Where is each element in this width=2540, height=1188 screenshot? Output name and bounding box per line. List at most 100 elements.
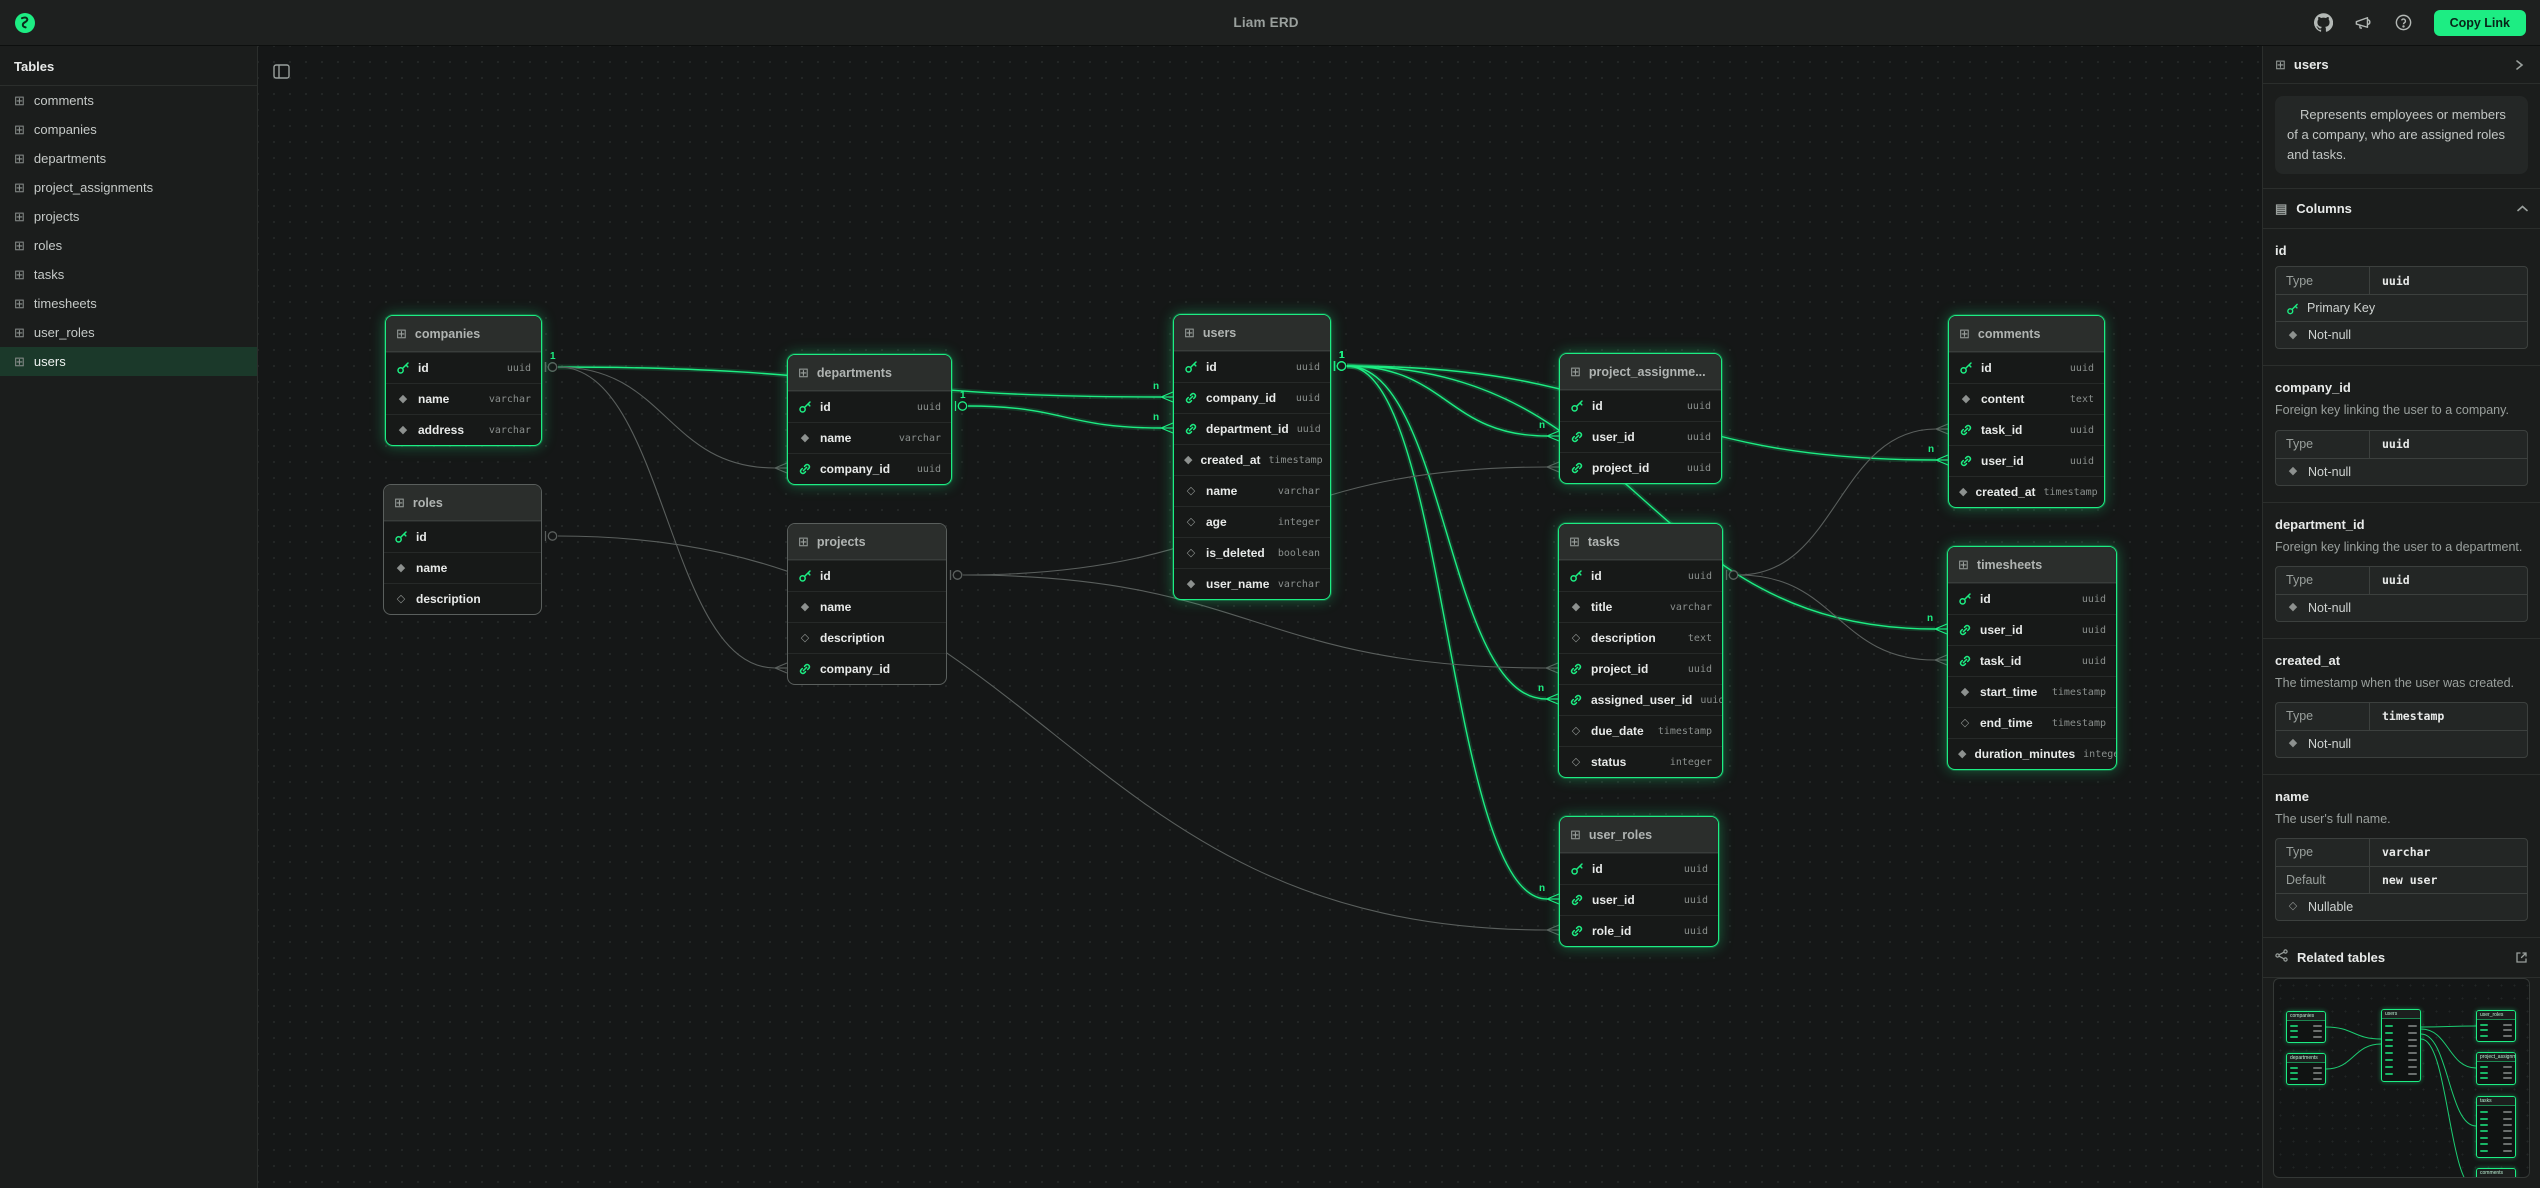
megaphone-icon[interactable] (2354, 13, 2374, 33)
sidebar-item-user_roles[interactable]: ⊞user_roles (0, 318, 257, 347)
mini-cell-dash (2290, 1067, 2298, 1069)
column-type: text (1688, 633, 1712, 644)
column-row: user_iduuid (1560, 421, 1721, 452)
mini-table-row (2290, 1036, 2322, 1038)
column-row: id (788, 560, 946, 591)
mini-table-row (2480, 1137, 2512, 1139)
column-row: iduuid (1559, 560, 1722, 591)
column-row: ◆namevarchar (386, 383, 541, 414)
mini-cell-dash (2408, 1073, 2417, 1075)
mini-table-rows (2287, 1021, 2325, 1042)
column-name: user_id (1981, 454, 2024, 468)
table-icon: ⊞ (14, 297, 25, 310)
column-row: project_iduuid (1559, 653, 1722, 684)
liam-logo-icon[interactable] (14, 12, 36, 34)
nullable-icon: ◇ (1569, 633, 1583, 644)
mini-cell-dash (2503, 1072, 2512, 1074)
sidebar-item-project_assignments[interactable]: ⊞project_assignments (0, 173, 257, 202)
sidebar-item-comments[interactable]: ⊞comments (0, 86, 257, 115)
column-row: ◆created_attimestamp (1949, 476, 2104, 507)
erd-canvas[interactable]: 1n1n1n1n1n1n1n ⊞companiesiduuid◆namevarc… (258, 46, 2262, 1188)
erd-table-user_roles[interactable]: ⊞user_rolesiduuiduser_iduuidrole_iduuid (1559, 816, 1719, 947)
erd-table-project_assignments[interactable]: ⊞project_assignme...iduuiduser_iduuidpro… (1559, 353, 1722, 484)
column-type: uuid (1700, 695, 1723, 706)
sidebar-item-timesheets[interactable]: ⊞timesheets (0, 289, 257, 318)
sidebar-item-projects[interactable]: ⊞projects (0, 202, 257, 231)
column-type: uuid (1688, 664, 1712, 675)
not-null-icon: ◆ (2286, 466, 2300, 477)
erd-table-roles[interactable]: ⊞rolesid◆name◇description (383, 484, 542, 615)
mini-table-departments[interactable]: departments (2286, 1053, 2326, 1085)
column-detail-name: name (2275, 789, 2528, 804)
mini-cell-dash (2408, 1025, 2417, 1027)
foreign-key-icon (1570, 430, 1584, 444)
sidebar-item-companies[interactable]: ⊞companies (0, 115, 257, 144)
not-null-icon: ◆ (1959, 487, 1967, 498)
column-type: uuid (1684, 926, 1708, 937)
table-icon: ⊞ (14, 123, 25, 136)
mini-cell-dash (2313, 1025, 2322, 1027)
mini-table-tasks[interactable]: tasks (2476, 1096, 2516, 1158)
panel-collapse-icon[interactable] (2510, 56, 2528, 74)
table-title: tasks (1588, 535, 1620, 549)
erd-table-timesheets[interactable]: ⊞timesheetsiduuiduser_iduuidtask_iduuid◆… (1947, 546, 2117, 770)
help-icon[interactable] (2394, 13, 2414, 33)
not-null-icon: ◆ (1184, 455, 1192, 466)
erd-table-users[interactable]: ⊞usersiduuidcompany_iduuiddepartment_idu… (1173, 314, 1331, 600)
topbar-actions: Copy Link (2314, 10, 2526, 36)
mini-table-row (2480, 1072, 2512, 1074)
erd-table-comments[interactable]: ⊞commentsiduuid◆contenttexttask_iduuidus… (1948, 315, 2105, 508)
not-null-icon: ◆ (1958, 687, 1972, 698)
sidebar-item-tasks[interactable]: ⊞tasks (0, 260, 257, 289)
not-null-icon: ◆ (1184, 579, 1198, 590)
not-null-icon: ◆ (1569, 602, 1583, 613)
mini-table-users[interactable]: users (2381, 1009, 2421, 1082)
sidebar-toggle-icon[interactable] (270, 60, 292, 82)
table-header: ⊞user_roles (1560, 817, 1718, 853)
open-related-icon[interactable] (2515, 951, 2528, 964)
erd-table-departments[interactable]: ⊞departmentsiduuid◆namevarcharcompany_id… (787, 354, 952, 485)
sidebar-item-label: project_assignments (34, 180, 153, 195)
mini-cell-dash (2480, 1024, 2488, 1026)
table-detail-panel: ⊞ users Represents employees or members … (2262, 46, 2540, 1188)
column-name: id (416, 530, 427, 544)
sidebar-item-label: user_roles (34, 325, 95, 340)
table-header: ⊞comments (1949, 316, 2104, 352)
mini-table-project_assignments[interactable]: project_assignments (2476, 1052, 2516, 1085)
column-type: timestamp (1269, 455, 1323, 466)
erd-table-companies[interactable]: ⊞companiesiduuid◆namevarchar◆addressvarc… (385, 315, 542, 446)
table-description-wrap: Represents employees or members of a com… (2263, 84, 2540, 189)
foreign-key-icon (1958, 654, 1972, 668)
mini-cell-dash (2480, 1150, 2488, 1152)
mini-table-companies[interactable]: companies (2286, 1011, 2326, 1043)
column-row: ◆name (788, 591, 946, 622)
foreign-key-icon (1958, 623, 1972, 637)
erd-table-projects[interactable]: ⊞projectsid◆name◇descriptioncompany_id (787, 523, 947, 685)
mini-table-user_roles[interactable]: user_roles (2476, 1010, 2516, 1042)
columns-section-header[interactable]: ▤ Columns (2263, 189, 2540, 229)
sidebar-item-roles[interactable]: ⊞roles (0, 231, 257, 260)
mini-table-comments[interactable]: comments (2476, 1168, 2516, 1178)
detail-flag-label: Primary Key (2307, 301, 2375, 315)
mini-table-title: users (2382, 1010, 2420, 1019)
column-row: iduuid (1560, 390, 1721, 421)
mini-cell-dash (2313, 1067, 2322, 1069)
detail-flag-label: Not-null (2308, 737, 2351, 751)
sidebar-item-users[interactable]: ⊞users (0, 347, 257, 376)
mini-cell-dash (2503, 1035, 2512, 1037)
svg-text:1: 1 (1339, 350, 1345, 361)
column-row: ◇descriptiontext (1559, 622, 1722, 653)
sidebar-item-departments[interactable]: ⊞departments (0, 144, 257, 173)
column-row: company_iduuid (788, 453, 951, 484)
copy-link-button[interactable]: Copy Link (2434, 10, 2526, 36)
column-name: department_id (1206, 422, 1289, 436)
github-icon[interactable] (2314, 13, 2334, 33)
mini-cell-dash (2408, 1066, 2417, 1068)
chevron-up-icon[interactable] (2517, 205, 2528, 212)
foreign-key-icon (1184, 391, 1198, 405)
erd-table-tasks[interactable]: ⊞tasksiduuid◆titlevarchar◇descriptiontex… (1558, 523, 1723, 778)
column-name: id (1591, 569, 1602, 583)
related-tables-minimap[interactable]: companies departments users user_rolesproje… (2273, 978, 2530, 1178)
mini-table-row (2385, 1039, 2417, 1041)
table-icon: ⊞ (1184, 326, 1195, 339)
